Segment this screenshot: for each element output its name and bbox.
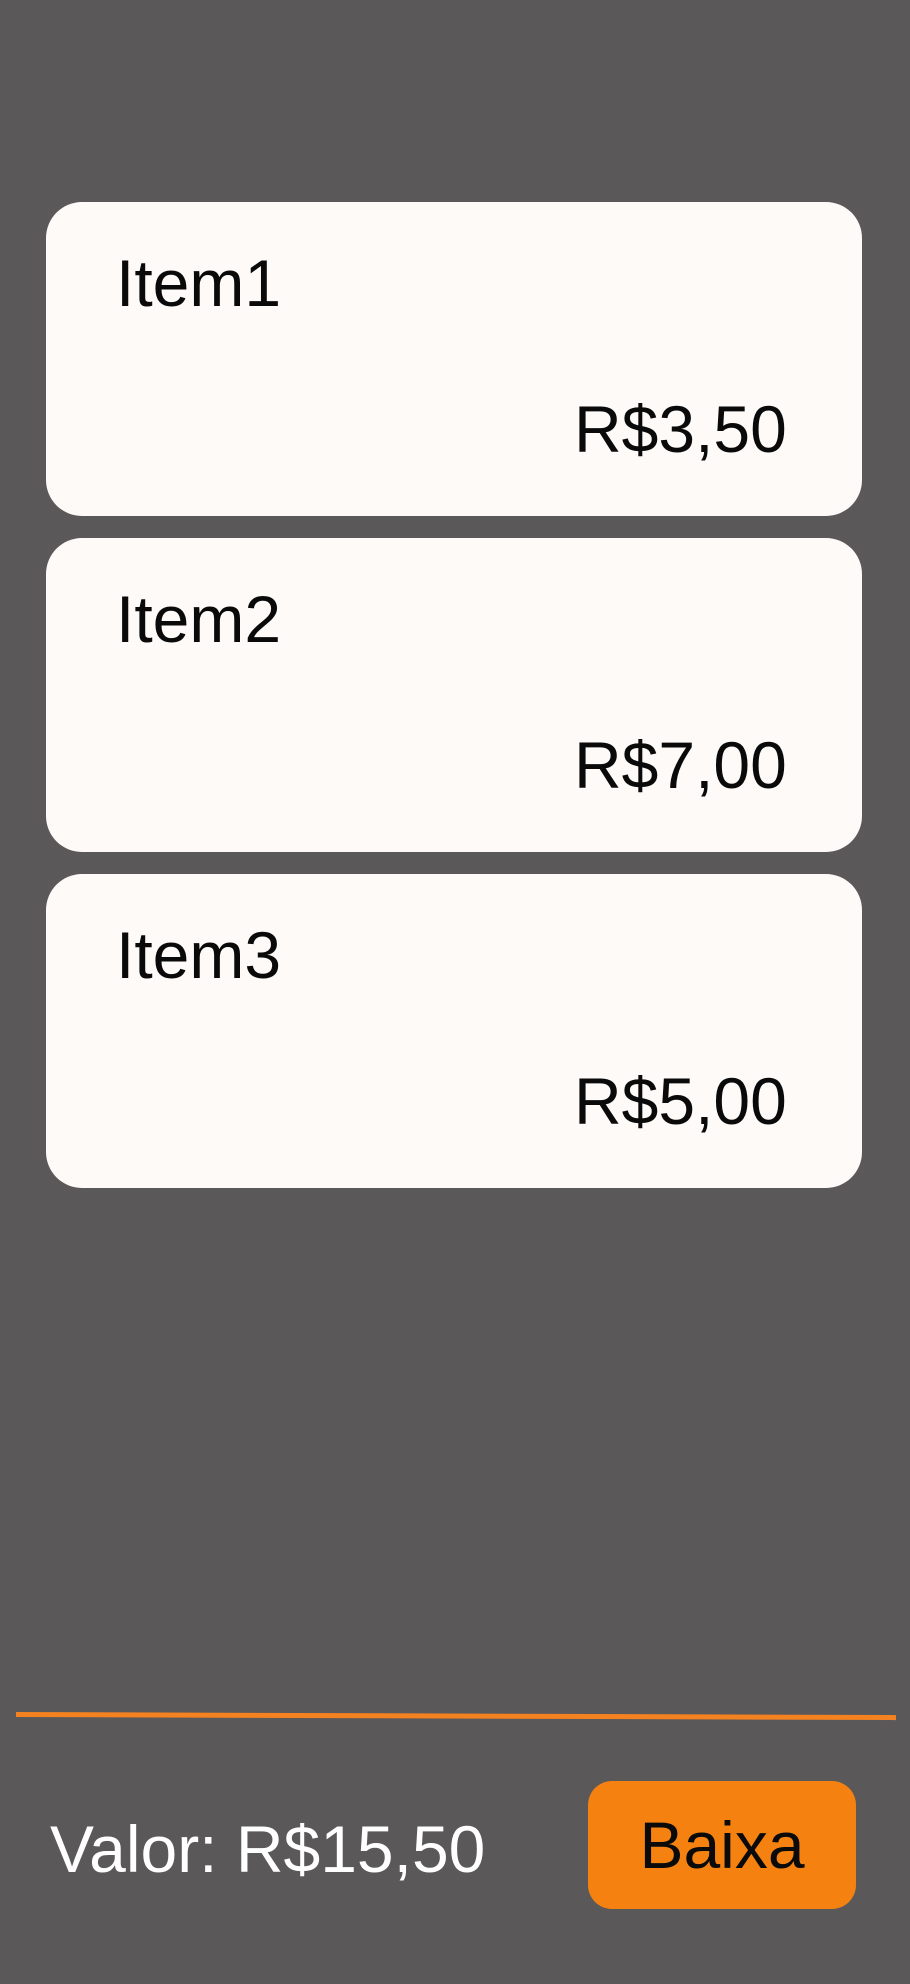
footer-divider xyxy=(15,1712,897,1721)
total-value: Valor: R$15,50 xyxy=(50,1812,486,1886)
item-price: R$3,50 xyxy=(574,392,787,466)
list-item[interactable]: Item2 R$7,00 xyxy=(46,538,862,852)
baixa-button[interactable]: Baixa xyxy=(588,1781,856,1909)
item-name: Item2 xyxy=(116,582,282,656)
list-item[interactable]: Item1 R$3,50 xyxy=(46,202,862,516)
item-price: R$5,00 xyxy=(574,1064,787,1138)
list-item[interactable]: Item3 R$5,00 xyxy=(46,874,862,1188)
item-name: Item1 xyxy=(116,246,282,320)
item-list: Item1 R$3,50 Item2 R$7,00 Item3 R$5,00 xyxy=(46,202,862,1210)
item-price: R$7,00 xyxy=(574,728,787,802)
item-name: Item3 xyxy=(116,918,282,992)
